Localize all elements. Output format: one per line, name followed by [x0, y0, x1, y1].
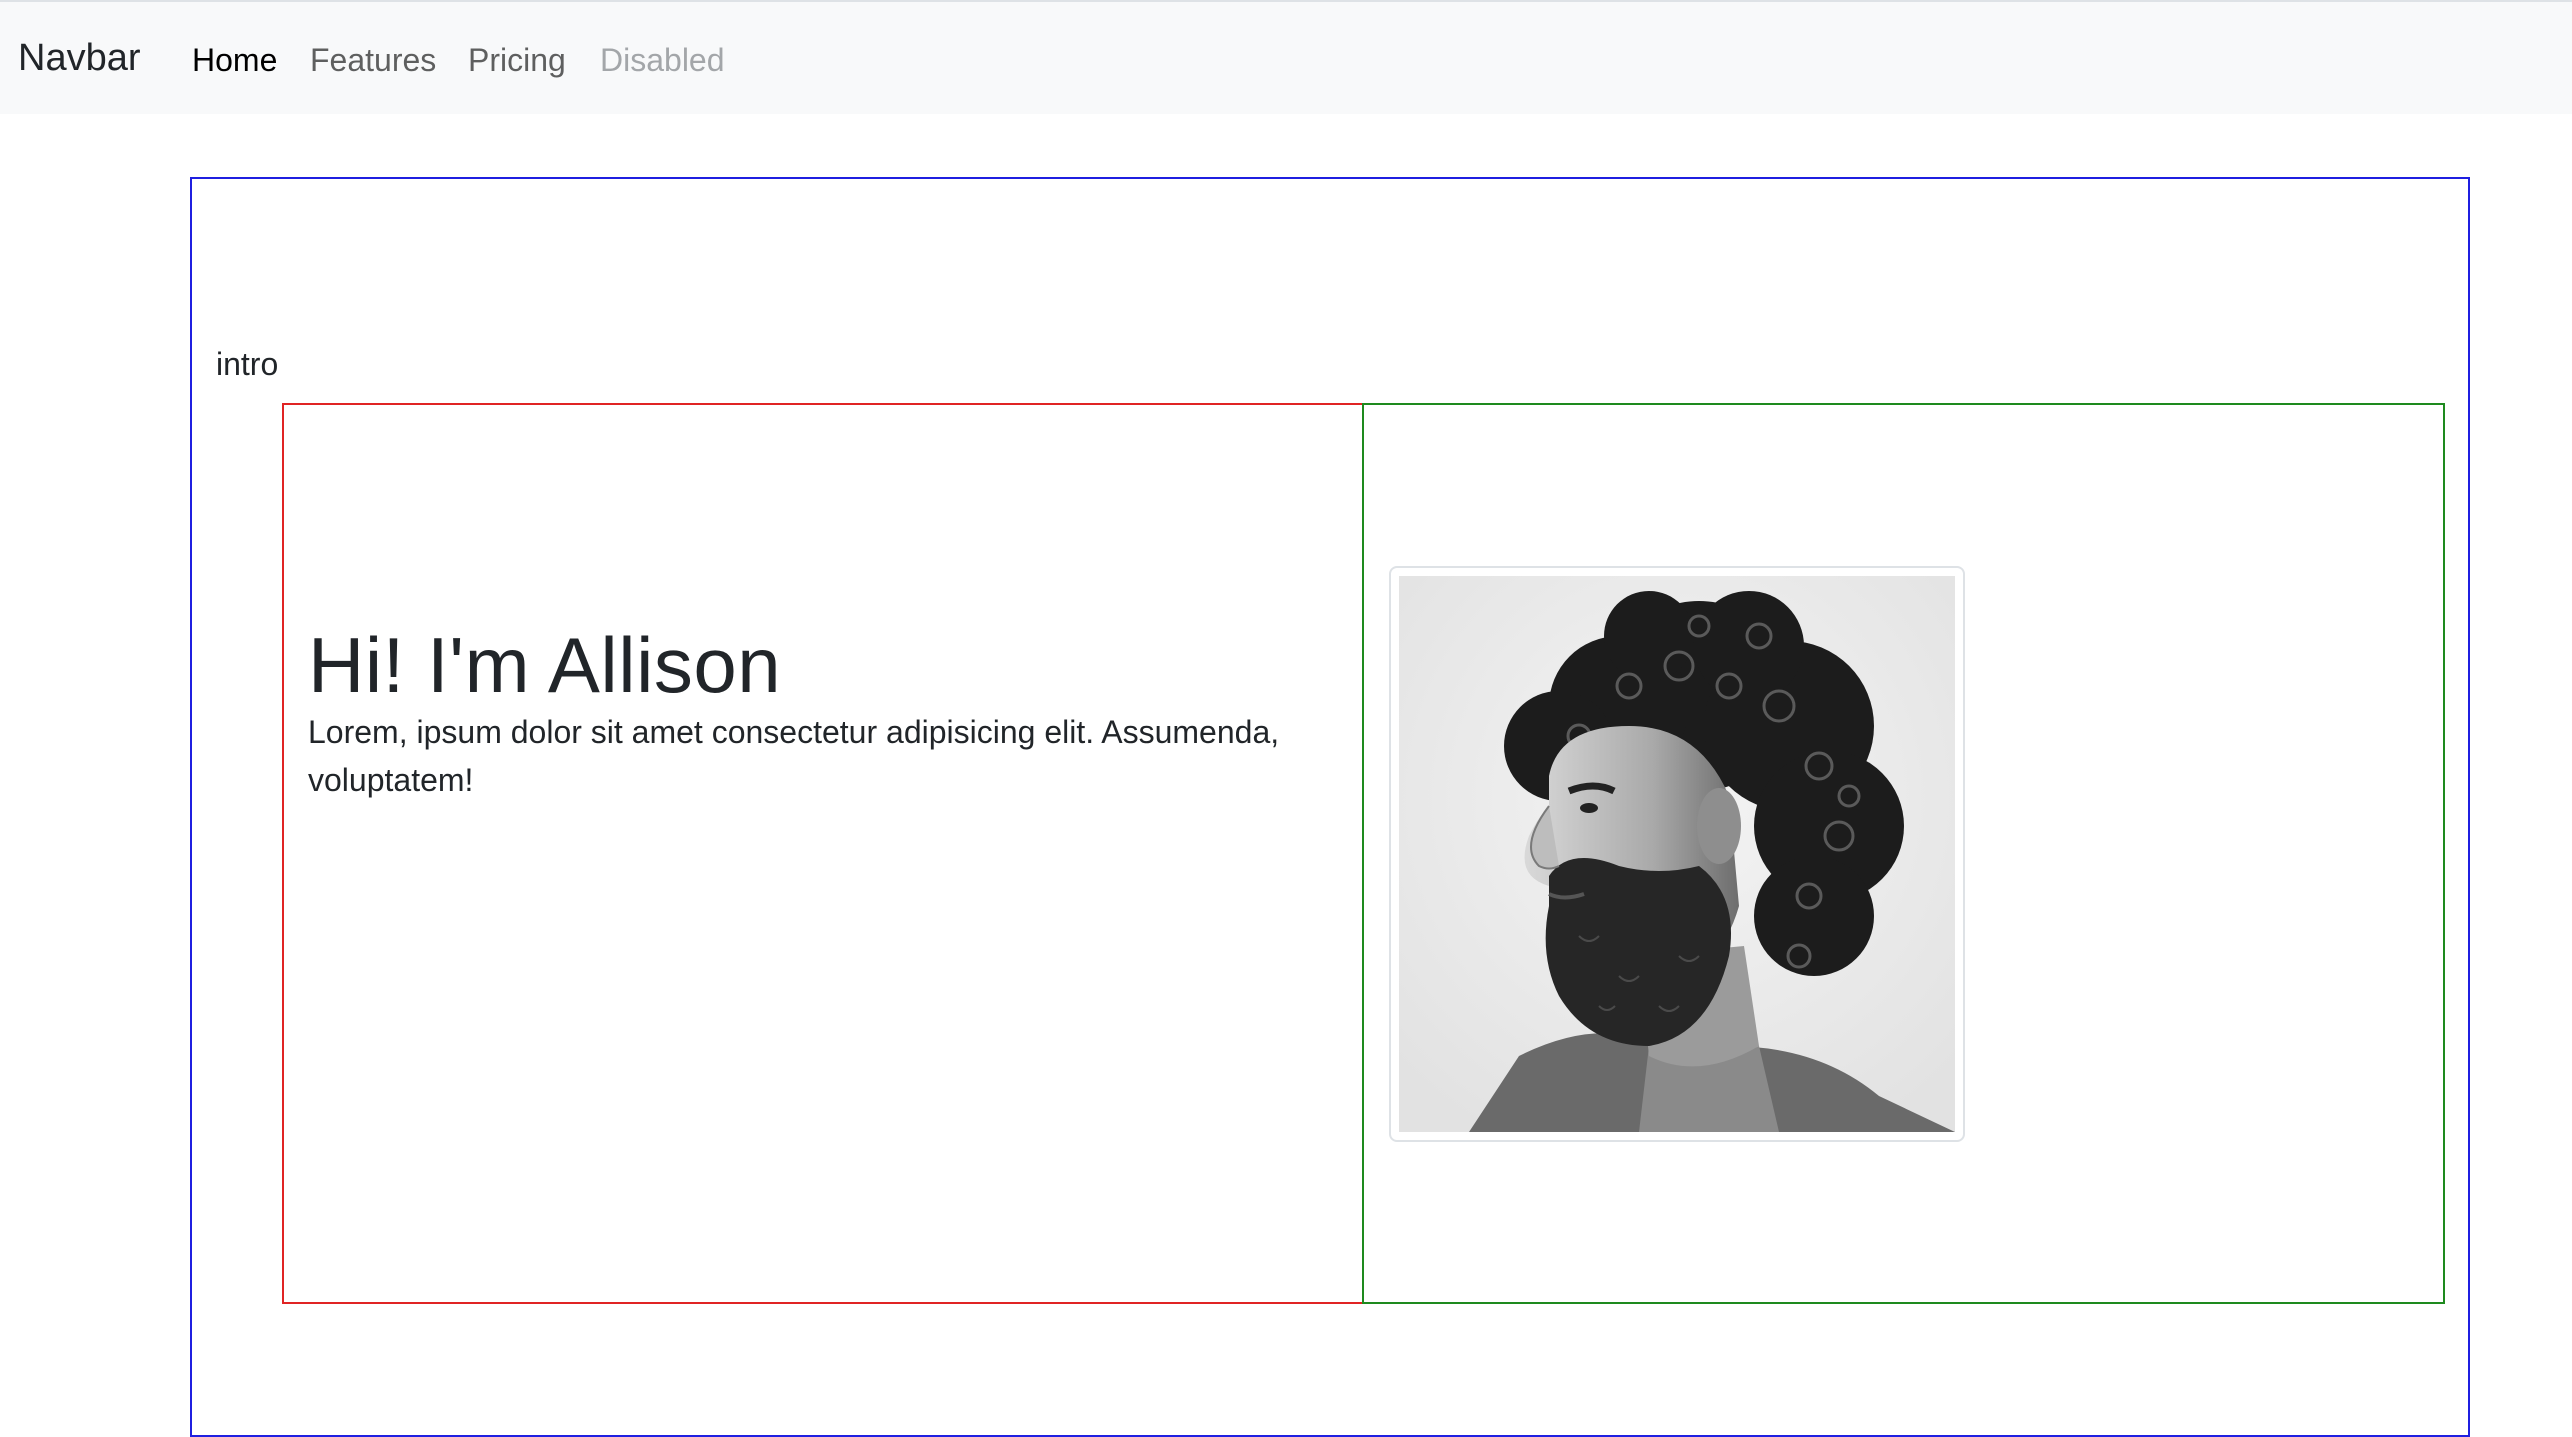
section-label: intro — [216, 346, 279, 382]
hero-title: Hi! I'm Allison — [308, 621, 782, 710]
hero-description: Lorem, ipsum dolor sit amet consectetur … — [308, 714, 1280, 798]
nav-link-features[interactable]: Features — [310, 40, 436, 80]
nav-link-disabled: Disabled — [600, 42, 725, 78]
nav-link-home[interactable]: Home — [192, 40, 277, 80]
navbar: Navbar Home Features Pricing Disabled — [0, 0, 2572, 114]
nav-link-pricing[interactable]: Pricing — [468, 40, 566, 80]
profile-image — [1389, 566, 1965, 1142]
portrait-illustration — [1399, 576, 1955, 1132]
navbar-brand[interactable]: Navbar — [18, 36, 141, 80]
hero-text-column — [282, 403, 1364, 1304]
